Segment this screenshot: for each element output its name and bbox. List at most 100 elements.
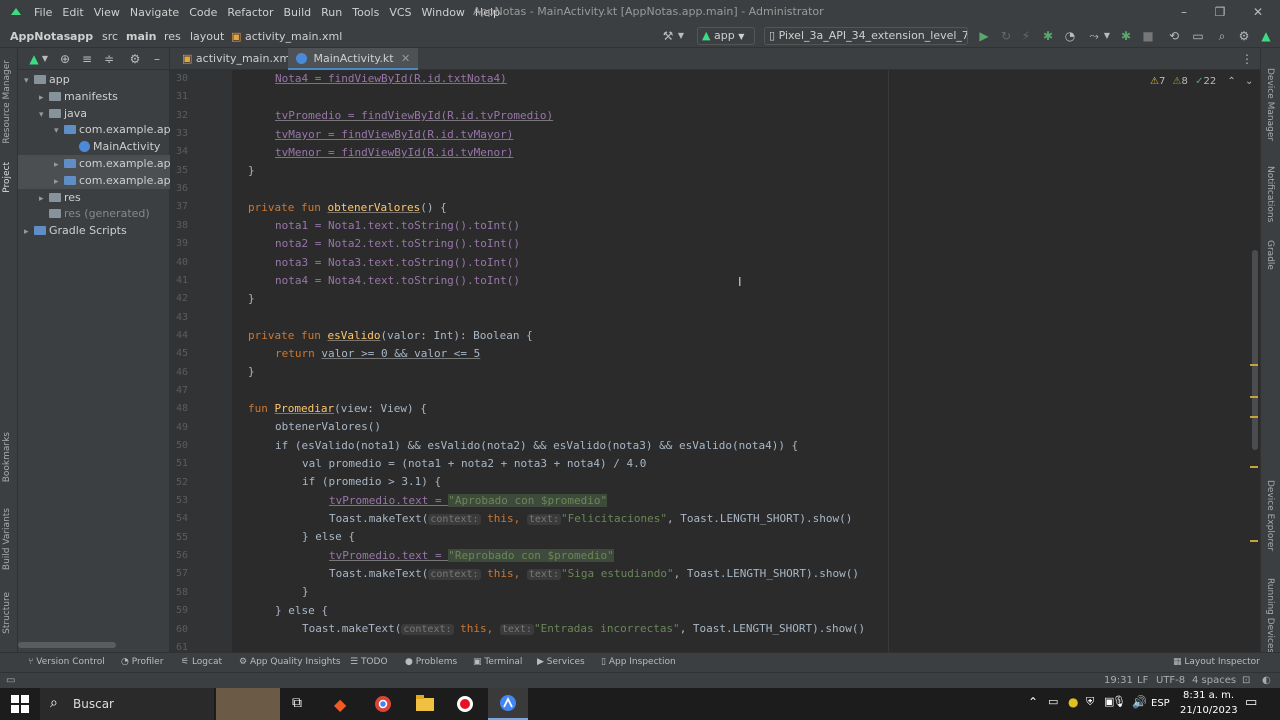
app-inspection-button[interactable]: ▯ App Inspection (601, 657, 676, 667)
android-studio-taskbar-item[interactable] (488, 688, 528, 720)
taskbar-search[interactable]: ⌕ Buscar (40, 688, 214, 720)
warning-marker[interactable] (1250, 540, 1258, 542)
breadcrumb-main[interactable]: main (126, 30, 157, 43)
services-button[interactable]: ▶ Services (537, 657, 585, 667)
tree-item[interactable]: ▾ com.example.appn (18, 121, 170, 138)
app-quality-insights-button[interactable]: ⚙ App Quality Insights (239, 657, 341, 667)
search-icon[interactable]: ⌕ (1214, 28, 1230, 44)
resource-manager-tab[interactable]: Resource Manager (2, 60, 12, 144)
shield-icon[interactable]: ⛨ (1086, 695, 1106, 713)
inspection-widget[interactable]: ⚠7 ⚠8 ✓22 ⌃ ⌄ (1150, 76, 1253, 87)
menu-item-window[interactable]: Window (418, 6, 471, 19)
profiler-button[interactable]: ◔ Profiler (121, 657, 163, 667)
layout-inspector-button[interactable]: ▦ Layout Inspector (1173, 657, 1260, 667)
menu-item-build[interactable]: Build (280, 6, 318, 19)
device-mirror-icon[interactable]: ▭ (1190, 28, 1206, 44)
volume-icon[interactable]: 🔊 (1132, 695, 1152, 713)
breadcrumb-file[interactable]: activity_main.xml (245, 30, 342, 43)
tree-item[interactable]: ▸ manifests (18, 88, 170, 105)
attach-debugger-icon[interactable]: ⤳ (1086, 28, 1102, 44)
device-explorer-tab[interactable]: Device Explorer (1265, 480, 1275, 551)
apply-changes-icon[interactable]: ⚡ (1018, 28, 1034, 44)
network-icon[interactable]: ▭ (1048, 695, 1068, 713)
tree-item[interactable]: ▸ res (18, 189, 170, 206)
warning-marker[interactable] (1250, 396, 1258, 398)
more-tabs-icon[interactable]: ⋮ (1240, 51, 1254, 67)
input-language[interactable]: ESP (1151, 698, 1170, 709)
menu-item-tools[interactable]: Tools (348, 6, 385, 19)
vertical-scrollbar[interactable] (1252, 250, 1258, 450)
breadcrumb-layout[interactable]: layout (190, 30, 224, 43)
breadcrumb-module[interactable]: app (70, 30, 93, 43)
microphone-icon[interactable]: 🎙 (1112, 695, 1132, 713)
sync-gradle-icon[interactable]: ⟲ (1166, 28, 1182, 44)
chevron-right-icon[interactable]: ▸ (24, 224, 34, 239)
tree-item[interactable]: ▾ app (18, 71, 170, 88)
device-manager-tab[interactable]: Device Manager (1265, 68, 1275, 141)
gradle-tab[interactable]: Gradle (1265, 240, 1275, 270)
chevron-down-icon[interactable]: ▼ (40, 51, 50, 67)
profile-icon[interactable]: ◔ (1062, 28, 1078, 44)
problems-button[interactable]: ● Problems (405, 657, 457, 667)
rerun-icon[interactable]: ↻ (998, 28, 1014, 44)
horizontal-scrollbar[interactable] (18, 642, 116, 648)
version-control-button[interactable]: ⑂ Version Control (28, 657, 105, 667)
warning-marker[interactable] (1250, 416, 1258, 418)
chevron-right-icon[interactable]: ▸ (39, 90, 49, 105)
chevron-right-icon[interactable]: ▸ (54, 157, 64, 172)
file-encoding[interactable]: UTF-8 (1156, 675, 1185, 686)
memory-icon[interactable]: ◐ (1262, 675, 1271, 686)
todo-button[interactable]: ☰ TODO (350, 657, 388, 667)
code-editor[interactable]: 30 31 32 33 34 35 36 37 38 39 40 41 42 43 44 45 46 47 48 49… (170, 70, 1260, 652)
tree-item[interactable]: ▸ com.example.appn (18, 171, 170, 189)
project-tab[interactable]: Project (2, 162, 12, 193)
menu-item-navigate[interactable]: Navigate (126, 6, 185, 19)
chrome-icon[interactable] (374, 695, 394, 713)
build-variants-tab[interactable]: Build Variants (2, 508, 12, 570)
search-highlight-image[interactable] (216, 688, 280, 720)
locate-icon[interactable]: ⊕ (58, 51, 72, 67)
chevron-down-icon[interactable]: ▼ (676, 28, 686, 44)
android-logo-icon[interactable]: ▲ (1258, 28, 1274, 44)
breadcrumb-res[interactable]: res (164, 30, 181, 43)
stop-square-icon[interactable]: ■ (1140, 28, 1156, 44)
gear-icon[interactable]: ⚙ (128, 51, 142, 67)
chevron-down-icon[interactable]: ▾ (24, 73, 34, 88)
hide-icon[interactable]: – (150, 51, 164, 67)
android-view-icon[interactable]: ▲ (28, 51, 40, 67)
close-tab-icon[interactable]: ✕ (401, 52, 410, 65)
screen-recorder-icon[interactable] (456, 695, 476, 713)
device-select[interactable]: ▯ Pixel_3a_API_34_extension_level_7_x86 (764, 27, 968, 45)
tree-item[interactable]: ▾ java (18, 105, 170, 122)
structure-tab[interactable]: Structure (2, 592, 12, 634)
line-separator[interactable]: LF (1137, 675, 1148, 686)
notifications-tab[interactable]: Notifications (1265, 166, 1275, 222)
chevron-down-icon[interactable]: ▾ (54, 123, 64, 138)
clock-date[interactable]: 21/10/2023 (1180, 705, 1238, 716)
expand-all-icon[interactable]: ≡ (80, 51, 94, 67)
bookmarks-tab[interactable]: Bookmarks (2, 432, 12, 482)
chevron-down-icon[interactable]: ⌄ (1245, 76, 1253, 87)
tab-main-activity-kt[interactable]: MainActivity.kt ✕ (288, 48, 419, 70)
run-icon[interactable]: ▶ (976, 28, 992, 44)
app-tray-icon[interactable]: ● (1068, 695, 1088, 713)
terminal-button[interactable]: ▣ Terminal (473, 657, 522, 667)
clock-time[interactable]: 8:31 a. m. (1183, 690, 1234, 701)
menu-item-code[interactable]: Code (185, 6, 223, 19)
tree-item[interactable]: ▸ Gradle Scripts (18, 222, 170, 239)
tree-item[interactable]: ▸ com.example.appn (18, 155, 170, 172)
menu-item-edit[interactable]: Edit (58, 6, 89, 19)
debug-icon[interactable]: ✱ (1040, 28, 1056, 44)
warning-marker[interactable] (1250, 364, 1258, 366)
maximize-icon[interactable]: ❐ (1212, 4, 1228, 20)
hammer-icon[interactable]: ⚒ (660, 28, 676, 44)
chevron-down-icon[interactable]: ▾ (39, 107, 49, 122)
warning-marker[interactable] (1250, 466, 1258, 468)
gear-icon[interactable]: ⚙ (1236, 28, 1252, 44)
menu-item-refactor[interactable]: Refactor (223, 6, 279, 19)
breadcrumb-project[interactable]: AppNotas (10, 30, 70, 43)
chevron-right-icon[interactable]: ▸ (54, 174, 64, 189)
menu-item-view[interactable]: View (90, 6, 126, 19)
task-view-icon[interactable]: ⧉ (292, 695, 312, 713)
lock-icon[interactable]: ⊡ (1242, 675, 1250, 686)
